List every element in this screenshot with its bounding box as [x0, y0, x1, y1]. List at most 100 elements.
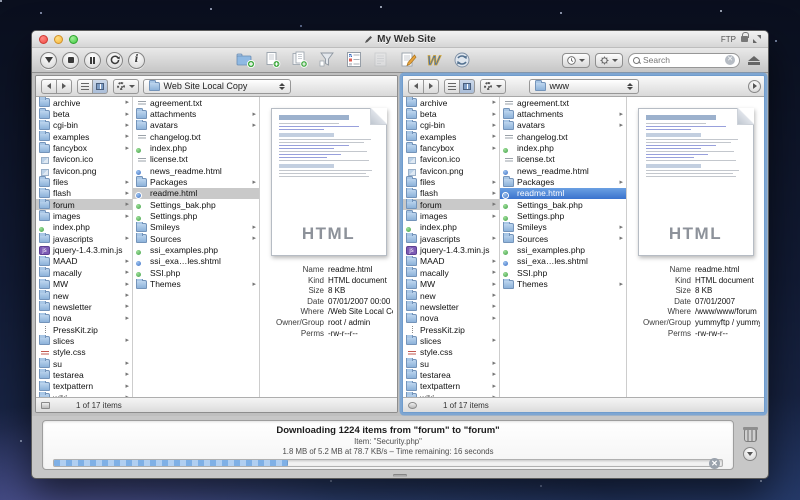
file-row[interactable]: javascripts▸ [403, 233, 499, 244]
new-file-button[interactable] [263, 51, 283, 69]
file-row[interactable]: su▸ [403, 358, 499, 369]
file-row[interactable]: Themes▸ [133, 279, 259, 290]
info-button[interactable]: i [128, 52, 145, 69]
local-file-column[interactable]: agreement.txt▸attachments▸avatars▸change… [133, 97, 260, 397]
file-row[interactable]: macally▸ [403, 267, 499, 278]
file-row[interactable]: new▸ [36, 290, 132, 301]
file-row[interactable]: jquery-1.4.3.min.js▸ [403, 244, 499, 255]
file-row[interactable]: avatars▸ [500, 120, 626, 131]
file-row[interactable]: changelog.txt▸ [133, 131, 259, 142]
remote-file-column[interactable]: agreement.txt▸attachments▸avatars▸change… [500, 97, 627, 397]
file-row[interactable]: MAAD▸ [403, 256, 499, 267]
transfer-button[interactable] [40, 52, 57, 69]
go-button[interactable] [748, 80, 761, 93]
back-button[interactable] [408, 79, 424, 94]
file-row[interactable]: su▸ [36, 358, 132, 369]
file-row[interactable]: favicon.ico▸ [36, 154, 132, 165]
file-row[interactable]: SSI.php▸ [133, 267, 259, 278]
file-row[interactable]: flash▸ [36, 188, 132, 199]
file-row[interactable]: macally▸ [36, 267, 132, 278]
file-row[interactable]: beta▸ [403, 108, 499, 119]
file-row[interactable]: avatars▸ [133, 120, 259, 131]
file-row[interactable]: files▸ [36, 176, 132, 187]
file-row[interactable]: cgi-bin▸ [403, 120, 499, 131]
duplicate-button[interactable] [290, 51, 310, 69]
file-row[interactable]: Packages▸ [133, 176, 259, 187]
file-row[interactable]: Settings.php▸ [133, 210, 259, 221]
remote-path-selector[interactable]: www [529, 79, 639, 94]
column-view-button[interactable] [92, 79, 108, 94]
file-row[interactable]: MW▸ [403, 279, 499, 290]
settings-dropdown[interactable] [595, 53, 623, 68]
list-view-button[interactable] [444, 79, 460, 94]
file-row[interactable]: agreement.txt▸ [133, 97, 259, 108]
file-row[interactable]: readme.html▸ [500, 188, 626, 199]
sites-button[interactable] [371, 51, 391, 69]
file-row[interactable]: nova▸ [36, 313, 132, 324]
edit-button[interactable] [398, 51, 418, 69]
pause-button[interactable] [84, 52, 101, 69]
forward-button[interactable] [56, 79, 72, 94]
file-row[interactable]: Settings.php▸ [500, 210, 626, 221]
file-row[interactable]: forum▸ [36, 199, 132, 210]
clear-search-icon[interactable]: ✕ [725, 55, 735, 65]
file-row[interactable]: archive▸ [403, 97, 499, 108]
file-row[interactable]: testarea▸ [403, 369, 499, 380]
remote-folder-column[interactable]: archive▸beta▸cgi-bin▸examples▸fancybox▸f… [403, 97, 500, 397]
file-row[interactable]: examples▸ [36, 131, 132, 142]
trash-icon[interactable] [744, 429, 757, 442]
refresh-button[interactable] [106, 52, 123, 69]
file-row[interactable]: news_readme.html▸ [133, 165, 259, 176]
file-row[interactable]: ssi_exa…les.shtml▸ [500, 256, 626, 267]
file-row[interactable]: favicon.png▸ [36, 165, 132, 176]
file-row[interactable]: attachments▸ [133, 108, 259, 119]
history-dropdown[interactable] [562, 53, 590, 68]
column-view-button[interactable] [459, 79, 475, 94]
file-row[interactable]: testarea▸ [36, 369, 132, 380]
file-row[interactable]: fancybox▸ [403, 142, 499, 153]
file-row[interactable]: files▸ [403, 176, 499, 187]
file-row[interactable]: new▸ [403, 290, 499, 301]
file-row[interactable]: cgi-bin▸ [36, 120, 132, 131]
search-input[interactable] [643, 55, 722, 65]
minimize-button[interactable] [54, 35, 63, 44]
file-row[interactable]: ssi_exa…les.shtml▸ [133, 256, 259, 267]
tasks-button[interactable] [344, 51, 364, 69]
file-row[interactable]: PressKit.zip▸ [403, 324, 499, 335]
file-row[interactable]: fancybox▸ [36, 142, 132, 153]
file-row[interactable]: agreement.txt▸ [500, 97, 626, 108]
file-row[interactable]: Sources▸ [133, 233, 259, 244]
file-row[interactable]: SSI.php▸ [500, 267, 626, 278]
file-row[interactable]: archive▸ [36, 97, 132, 108]
file-row[interactable]: Packages▸ [500, 176, 626, 187]
file-row[interactable]: Settings_bak.php▸ [133, 199, 259, 210]
disconnect-button[interactable] [748, 56, 760, 65]
file-row[interactable]: index.php▸ [36, 222, 132, 233]
new-folder-button[interactable] [236, 51, 256, 69]
back-button[interactable] [41, 79, 57, 94]
file-row[interactable]: nova▸ [403, 313, 499, 324]
file-row[interactable]: style.css▸ [403, 347, 499, 358]
forward-button[interactable] [423, 79, 439, 94]
file-row[interactable]: Smileys▸ [133, 222, 259, 233]
file-row[interactable]: Settings_bak.php▸ [500, 199, 626, 210]
file-row[interactable]: images▸ [403, 210, 499, 221]
file-row[interactable]: favicon.png▸ [403, 165, 499, 176]
file-row[interactable]: license.txt▸ [133, 154, 259, 165]
file-row[interactable]: textpattern▸ [36, 381, 132, 392]
file-row[interactable]: images▸ [36, 210, 132, 221]
file-row[interactable]: Themes▸ [500, 279, 626, 290]
file-row[interactable]: ssi_examples.php▸ [500, 244, 626, 255]
titlebar[interactable]: My Web Site FTP [32, 31, 768, 48]
file-row[interactable]: PressKit.zip▸ [36, 324, 132, 335]
file-row[interactable]: index.php▸ [500, 142, 626, 153]
file-row[interactable]: slices▸ [403, 335, 499, 346]
local-folder-column[interactable]: archive▸beta▸cgi-bin▸examples▸fancybox▸f… [36, 97, 133, 397]
file-row[interactable]: MW▸ [36, 279, 132, 290]
app-logo-button[interactable]: W [425, 51, 445, 69]
file-row[interactable]: textpattern▸ [403, 381, 499, 392]
file-row[interactable]: newsletter▸ [403, 301, 499, 312]
list-view-button[interactable] [77, 79, 93, 94]
queue-toggle-button[interactable] [743, 447, 757, 461]
file-row[interactable]: MAAD▸ [36, 256, 132, 267]
